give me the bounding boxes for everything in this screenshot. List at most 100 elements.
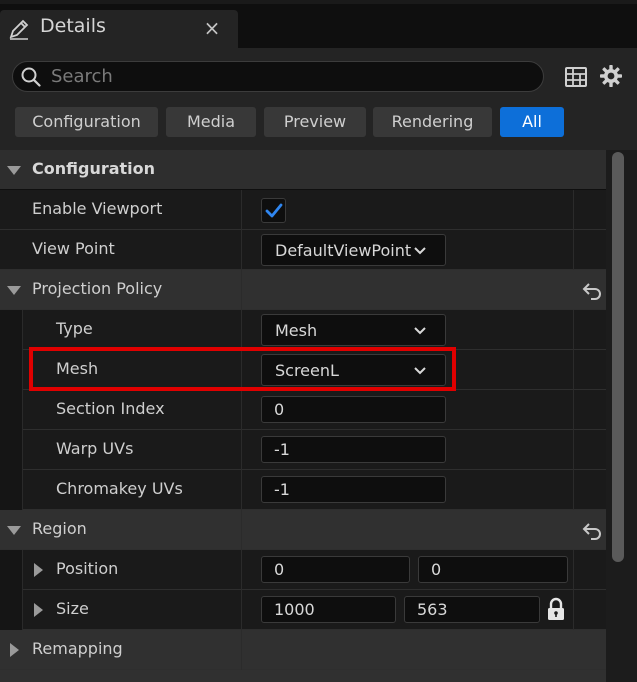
filter-configuration[interactable]: Configuration — [15, 107, 158, 137]
field-value: -1 — [274, 480, 290, 499]
row-type: Type Mesh — [0, 310, 606, 350]
chevron-down-icon — [414, 327, 426, 335]
highlight-box — [29, 347, 456, 391]
chromakey-uvs-field[interactable]: -1 — [261, 476, 446, 503]
row-warp-uvs: Warp UVs -1 — [0, 430, 606, 470]
column-divider — [241, 430, 242, 470]
column-divider — [573, 470, 574, 510]
section-configuration[interactable]: Configuration — [0, 150, 606, 190]
section-index-field[interactable]: 0 — [261, 396, 446, 423]
expand-arrow-icon[interactable] — [34, 603, 43, 617]
details-tab-title: Details — [40, 15, 106, 37]
warp-uvs-field[interactable]: -1 — [261, 436, 446, 463]
property-label: Enable Viewport — [32, 199, 163, 218]
column-divider — [573, 390, 574, 430]
indent-guide — [0, 470, 23, 510]
table-icon[interactable] — [564, 65, 588, 89]
column-divider — [241, 550, 242, 590]
reset-arrow-icon[interactable] — [581, 280, 603, 300]
pencil-icon — [9, 19, 29, 40]
section-label: Region — [32, 519, 87, 538]
row-chromakey-uvs: Chromakey UVs -1 — [0, 470, 606, 510]
section-next — [0, 670, 606, 682]
column-divider — [241, 470, 242, 510]
column-divider — [241, 510, 242, 550]
filter-preview[interactable]: Preview — [264, 107, 366, 137]
expand-arrow-icon[interactable] — [10, 643, 19, 657]
property-label: Type — [56, 319, 93, 338]
field-value: 0 — [274, 560, 285, 579]
column-divider — [241, 310, 242, 350]
search-input[interactable] — [51, 62, 531, 91]
property-label: Section Index — [56, 399, 165, 418]
column-divider — [241, 590, 242, 630]
reset-arrow-icon[interactable] — [581, 520, 603, 540]
property-label: Size — [56, 599, 89, 618]
row-position: Position 0 0 — [0, 550, 606, 590]
gear-icon[interactable] — [599, 64, 623, 88]
view-point-dropdown[interactable]: DefaultViewPoint — [261, 234, 446, 266]
tab-bar-edge — [0, 0, 637, 4]
filter-media[interactable]: Media — [166, 107, 256, 137]
indent-guide — [0, 590, 23, 630]
close-icon[interactable]: × — [203, 16, 221, 40]
dropdown-value: DefaultViewPoint — [275, 241, 412, 260]
row-size: Size 1000 563 — [0, 590, 606, 630]
details-tab[interactable]: Details × — [0, 10, 238, 48]
section-remapping[interactable]: Remapping — [0, 630, 606, 670]
position-y-field[interactable]: 0 — [418, 556, 568, 583]
row-section-index: Section Index 0 — [0, 390, 606, 430]
column-divider — [573, 430, 574, 470]
collapse-arrow-icon[interactable] — [7, 166, 21, 175]
enable-viewport-checkbox[interactable] — [261, 198, 286, 223]
indent-guide — [0, 430, 23, 470]
column-divider — [241, 630, 242, 670]
row-enable-viewport: Enable Viewport — [0, 190, 606, 230]
column-divider — [241, 190, 242, 230]
position-x-field[interactable]: 0 — [261, 556, 410, 583]
size-height-field[interactable]: 563 — [404, 596, 540, 623]
section-region[interactable]: Region — [0, 510, 606, 550]
search-icon — [21, 67, 41, 87]
column-divider — [573, 350, 574, 390]
scrollbar-thumb[interactable] — [612, 152, 624, 562]
lock-icon[interactable] — [546, 597, 566, 621]
column-divider — [241, 270, 242, 310]
field-value: 1000 — [274, 600, 315, 619]
indent-guide — [0, 550, 23, 590]
property-label: Warp UVs — [56, 439, 134, 458]
column-divider — [573, 310, 574, 350]
checkmark-icon — [265, 203, 283, 218]
property-label: Chromakey UVs — [56, 479, 183, 498]
row-view-point: View Point DefaultViewPoint — [0, 230, 606, 270]
filter-all[interactable]: All — [500, 107, 564, 137]
column-divider — [573, 190, 574, 230]
property-label: Position — [56, 559, 119, 578]
indent-guide — [0, 310, 23, 350]
collapse-arrow-icon[interactable] — [7, 526, 21, 535]
search-box[interactable] — [12, 61, 544, 92]
section-projection-policy[interactable]: Projection Policy — [0, 270, 606, 310]
property-list: Configuration Enable Viewport View Point… — [0, 150, 606, 682]
field-value: 563 — [417, 600, 448, 619]
dropdown-value: Mesh — [275, 321, 318, 340]
column-divider — [573, 230, 574, 270]
column-divider — [573, 590, 574, 630]
column-divider — [241, 390, 242, 430]
filter-rendering[interactable]: Rendering — [373, 107, 492, 137]
field-value: 0 — [431, 560, 442, 579]
column-divider — [241, 230, 242, 270]
section-label: Projection Policy — [32, 279, 163, 298]
expand-arrow-icon[interactable] — [34, 563, 43, 577]
indent-guide — [0, 350, 23, 390]
section-label: Remapping — [32, 639, 123, 658]
size-width-field[interactable]: 1000 — [261, 596, 396, 623]
section-label: Configuration — [32, 159, 156, 178]
type-dropdown[interactable]: Mesh — [261, 314, 446, 346]
field-value: 0 — [274, 400, 285, 419]
field-value: -1 — [274, 440, 290, 459]
collapse-arrow-icon[interactable] — [7, 286, 21, 295]
indent-guide — [0, 390, 23, 430]
tab-bar: Details × — [0, 0, 637, 48]
chevron-down-icon — [414, 247, 426, 255]
